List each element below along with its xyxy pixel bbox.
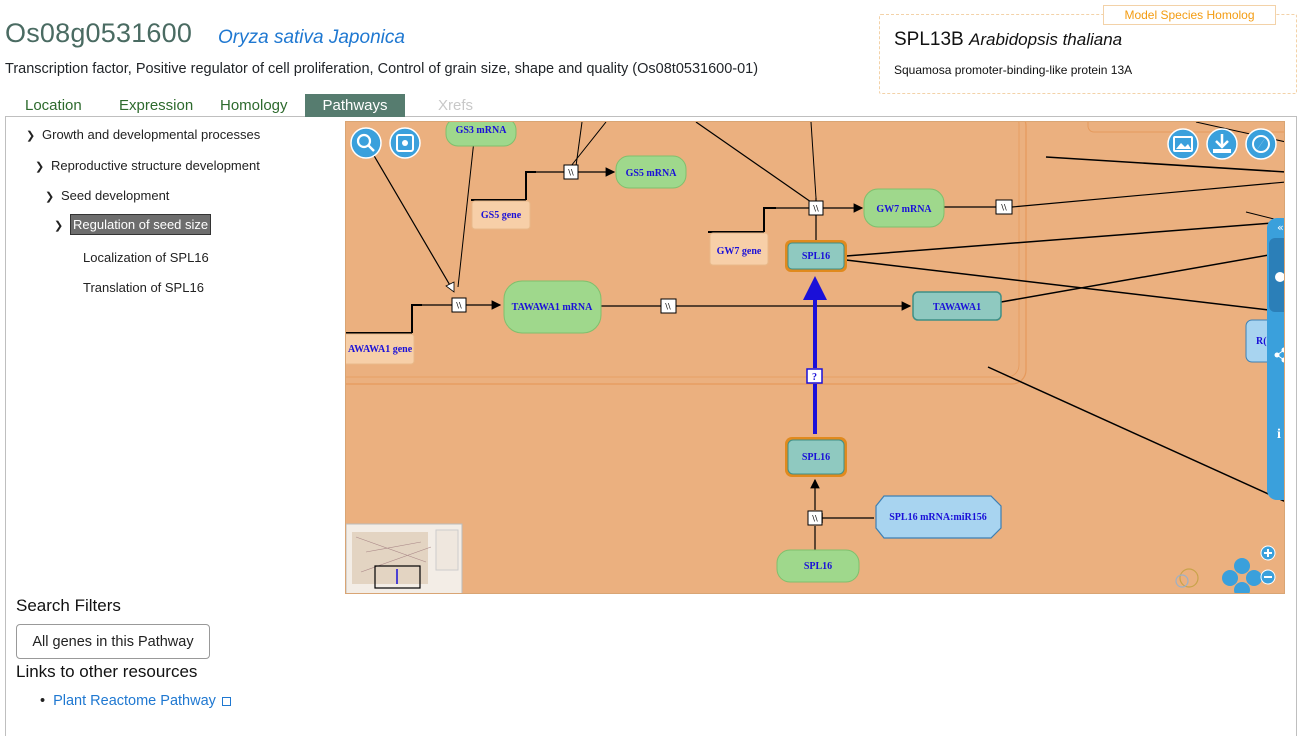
tab-homology[interactable]: Homology: [220, 94, 288, 117]
homolog-description: Squamosa promoter-binding-like protein 1…: [894, 63, 1133, 77]
transition-label: \\: [1001, 203, 1007, 212]
reactome-logo: [1175, 568, 1199, 588]
node-tawawa1-gene[interactable]: AWAWA1 gene: [346, 333, 415, 365]
pathway-canvas[interactable]: ? \\ \\ \\ \\ \\ \\ GS3 mRNA GS5 mRNA GS…: [346, 122, 1285, 594]
tree-item-regulation-seed-size[interactable]: ❯ Regulation of seed size: [54, 214, 212, 235]
transition-label: \\: [812, 514, 818, 523]
node-spl16-mirna[interactable]: SPL16 mRNA:miR156: [875, 495, 1002, 539]
node-tawawa1[interactable]: TAWAWA1: [912, 291, 1002, 321]
node-label: GW7 gene: [717, 246, 762, 257]
species-name: Oryza sativa Japonica: [218, 27, 405, 48]
node-label: SPL16 mRNA:miR156: [889, 512, 987, 523]
tree-item-label: Reproductive structure development: [51, 158, 260, 173]
chevron-down-icon[interactable]: ❯: [35, 160, 47, 173]
pan-left-icon[interactable]: [1222, 570, 1238, 586]
node-label: TAWAWA1 mRNA: [512, 302, 593, 313]
node-label: GW7 mRNA: [876, 204, 932, 215]
image-export-icon[interactable]: [1167, 128, 1199, 160]
node-label: GS5 mRNA: [626, 168, 678, 179]
download-icon[interactable]: [1206, 128, 1238, 160]
gene-id-title: Os08g0531600: [5, 18, 193, 48]
tree-item-label: Growth and developmental processes: [42, 127, 261, 142]
tab-pathways[interactable]: Pathways: [305, 94, 405, 117]
info-icon[interactable]: i: [1277, 427, 1281, 442]
node-label: SPL16: [804, 561, 832, 572]
external-link-icon[interactable]: [221, 697, 231, 706]
node-gw7-mrna[interactable]: GW7 mRNA: [863, 188, 945, 228]
chevron-down-icon[interactable]: ❯: [26, 129, 38, 142]
homolog-species: Arabidopsis thaliana: [969, 30, 1123, 49]
hierarchy-icon[interactable]: [1275, 272, 1285, 282]
chevron-down-icon[interactable]: ❯: [54, 219, 66, 232]
tab-xrefs: Xrefs: [438, 97, 474, 114]
tab-expression[interactable]: Expression: [119, 94, 193, 117]
diagram-thumbnail[interactable]: [346, 523, 463, 594]
pan-up-icon[interactable]: [1234, 558, 1250, 574]
tree-item-translation[interactable]: Translation of SPL16: [83, 280, 204, 295]
node-label: SPL16: [802, 452, 830, 463]
node-label: TAWAWA1: [933, 302, 981, 313]
search-icon[interactable]: [350, 127, 382, 159]
fit-screen-icon[interactable]: [389, 127, 421, 159]
homolog-name: SPL13B Arabidopsis thaliana: [894, 29, 1122, 51]
pan-right-icon[interactable]: [1246, 570, 1262, 586]
node-label: GS3 mRNA: [456, 125, 508, 136]
side-panel[interactable]: « i: [1267, 218, 1285, 500]
tree-item-growth[interactable]: ❯ Growth and developmental processes: [26, 127, 260, 142]
transition-label: \\: [456, 301, 462, 310]
node-gw7-gene[interactable]: GW7 gene: [709, 232, 769, 266]
search-filters-heading: Search Filters: [16, 596, 121, 615]
all-genes-filter-button[interactable]: All genes in this Pathway: [16, 624, 210, 659]
list-item: • Plant Reactome Pathway: [40, 693, 231, 709]
pan-zoom-control[interactable]: [1222, 545, 1276, 594]
homolog-tag: Model Species Homolog: [1103, 5, 1276, 25]
node-tawawa1-mrna[interactable]: TAWAWA1 mRNA: [503, 280, 602, 334]
links-heading: Links to other resources: [16, 662, 198, 681]
tree-item-label: Regulation of seed size: [70, 214, 212, 235]
compass-icon[interactable]: [1245, 128, 1277, 160]
node-gs3-mrna[interactable]: GS3 mRNA: [445, 122, 517, 147]
transition-label: \\: [665, 302, 671, 311]
tree-item-seed-development[interactable]: ❯ Seed development: [45, 188, 169, 203]
node-gs5-gene[interactable]: GS5 gene: [471, 200, 531, 230]
node-spl16-top[interactable]: SPL16: [785, 240, 847, 272]
node-label: R(: [1256, 336, 1267, 347]
collapse-icon[interactable]: «: [1277, 221, 1284, 234]
node-spl16-bottom[interactable]: SPL16: [776, 549, 860, 583]
node-label: SPL16: [802, 251, 830, 262]
pathway-diagram[interactable]: ? \\ \\ \\ \\ \\ \\ GS3 mRNA GS5 mRNA GS…: [345, 121, 1285, 594]
node-label: AWAWA1 gene: [348, 344, 413, 355]
gene-description: Transcription factor, Positive regulator…: [5, 61, 759, 77]
tab-location[interactable]: Location: [25, 94, 82, 117]
node-gs5-mrna[interactable]: GS5 mRNA: [615, 155, 687, 189]
transition-label: \\: [568, 168, 574, 177]
homolog-gene: SPL13B: [894, 29, 964, 50]
bullet-icon: •: [40, 693, 46, 709]
tree-item-localization[interactable]: Localization of SPL16: [83, 250, 209, 265]
transition-label: \\: [813, 204, 819, 213]
homolog-panel: [879, 14, 1297, 94]
node-spl16-mid[interactable]: SPL16: [785, 437, 847, 477]
pan-down-icon[interactable]: [1234, 582, 1250, 594]
node-label: GS5 gene: [481, 210, 522, 221]
chevron-down-icon[interactable]: ❯: [45, 190, 57, 203]
tree-item-label: Seed development: [61, 188, 170, 203]
question-mark-label: ?: [812, 372, 817, 383]
tree-item-reproductive[interactable]: ❯ Reproductive structure development: [35, 158, 260, 173]
plant-reactome-link[interactable]: Plant Reactome Pathway: [53, 693, 216, 709]
